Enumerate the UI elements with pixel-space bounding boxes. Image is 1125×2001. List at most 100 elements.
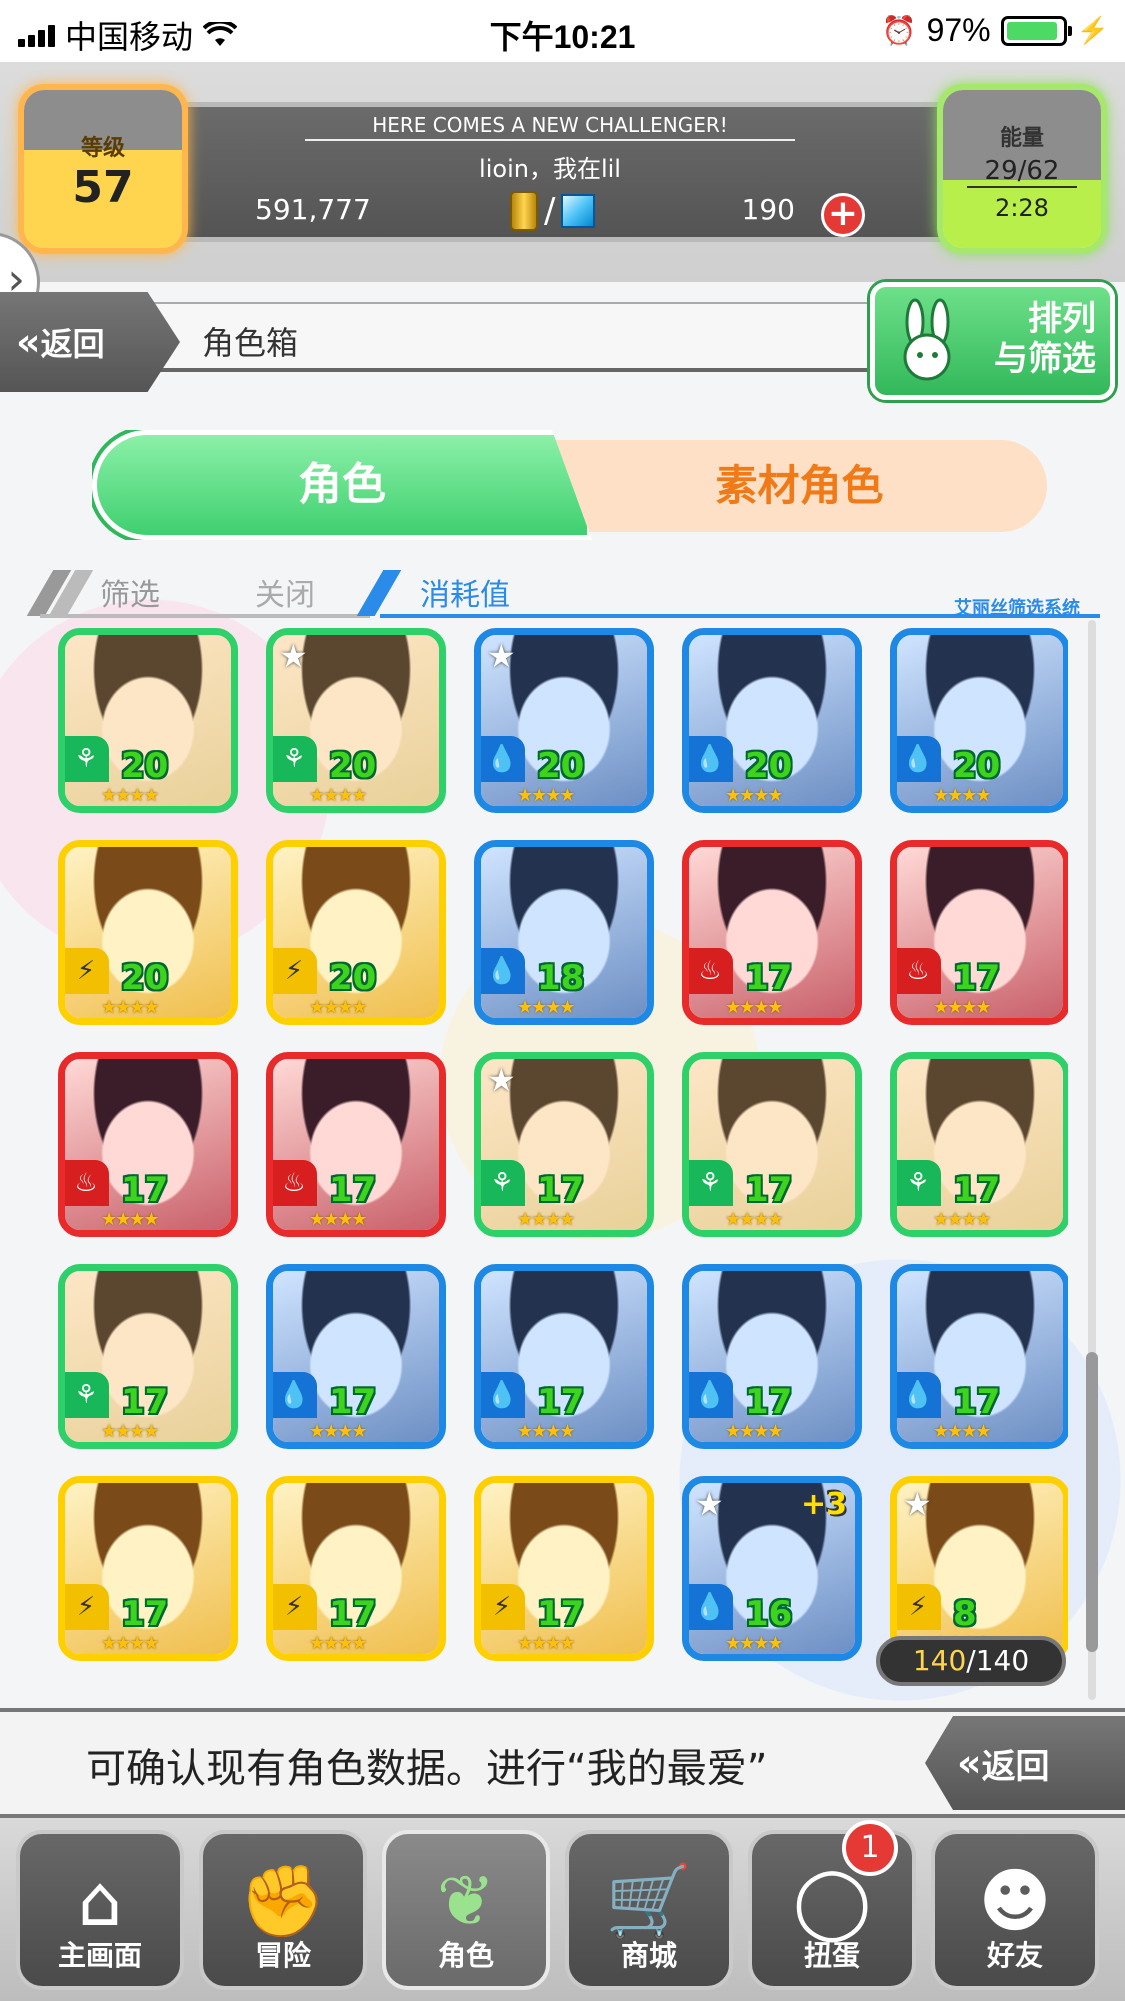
battery-percent: 97% <box>926 12 991 48</box>
nav-home-button[interactable]: ⌂ 主画面 <box>16 1830 184 1990</box>
character-card[interactable]: ♨ 17 ★★★★ <box>890 840 1068 1025</box>
rarity-stars: ★★★★ <box>309 1209 368 1230</box>
gem-amount: 190 <box>741 193 795 226</box>
rarity-stars: ★★★★ <box>933 997 992 1018</box>
message-back-button[interactable]: « 返回 <box>925 1716 1125 1810</box>
character-card[interactable]: 💧 17 ★★★★ <box>266 1264 446 1449</box>
character-card[interactable]: ⚘ 20 ★★★★ <box>58 628 238 813</box>
energy-value: 29/62 <box>967 156 1077 188</box>
page-title: 角色箱 <box>202 324 299 362</box>
back-button[interactable]: « 返回 <box>0 292 180 392</box>
character-cost: 17 <box>953 1382 1001 1422</box>
box-count-current: 140 <box>912 1644 967 1677</box>
sort-filter-button[interactable]: 排列 与筛选 <box>870 282 1115 400</box>
energy-label: 能量 <box>999 126 1044 151</box>
character-card[interactable]: 💧 20 ★★★★ <box>682 628 862 813</box>
rarity-stars: ★★★★ <box>725 997 784 1018</box>
character-card[interactable]: ⚡ 17 ★★★★ <box>266 1476 446 1661</box>
nav-friends-button[interactable]: ☻ 好友 <box>931 1830 1099 1990</box>
water-element-icon: 💧 <box>481 1372 525 1418</box>
character-card[interactable]: 💧 17 ★★★★ <box>890 1264 1068 1449</box>
character-card[interactable]: ★ +3 💧 16 ★★★★ <box>682 1476 862 1661</box>
character-card[interactable]: ★ ⚘ 20 ★★★★ <box>266 628 446 813</box>
filter-state[interactable]: 关闭 <box>255 570 315 614</box>
egg-icon: ◯ <box>792 1860 872 1942</box>
add-gems-button[interactable]: + <box>821 193 865 237</box>
nav-label: 扭蛋 <box>803 1939 860 1972</box>
character-cost: 17 <box>121 1382 169 1422</box>
nav-bunny-button[interactable]: ❦ 角色 <box>382 1830 550 1990</box>
filter-underline <box>40 614 370 618</box>
character-card[interactable]: ♨ 17 ★★★★ <box>266 1052 446 1237</box>
water-element-icon: 💧 <box>689 736 733 782</box>
character-cost: 17 <box>537 1170 585 1210</box>
character-card[interactable]: ⚡ 17 ★★★★ <box>474 1476 654 1661</box>
nav-label: 好友 <box>986 1939 1043 1972</box>
tab-material-characters[interactable]: 素材角色 <box>552 440 1047 532</box>
currency-row: 591,777 / 190 + <box>155 191 945 237</box>
character-card[interactable]: 💧 18 ★★★★ <box>474 840 654 1025</box>
charging-icon: ⚡ <box>1076 15 1109 45</box>
character-card[interactable]: ★ 💧 20 ★★★★ <box>474 628 654 813</box>
character-card[interactable]: ♨ 17 ★★★★ <box>682 840 862 1025</box>
favorite-star-icon: ★ <box>695 1485 724 1523</box>
character-card[interactable]: ⚡ 17 ★★★★ <box>58 1476 238 1661</box>
rarity-stars: ★★★★ <box>517 1209 576 1230</box>
scrollbar-thumb[interactable] <box>1086 1352 1098 1652</box>
energy-badge[interactable]: 能量 29/62 2:28 <box>937 84 1107 254</box>
character-card[interactable]: ⚘ 17 ★★★★ <box>682 1052 862 1237</box>
filter-label[interactable]: 筛选 <box>100 570 160 614</box>
favorite-star-icon: ★ <box>487 637 516 675</box>
character-card[interactable]: ★⚡8★★★★ <box>890 1476 1068 1661</box>
sort-slash-decoration <box>356 570 402 616</box>
fire-element-icon: ♨ <box>65 1160 109 1206</box>
bunny-icon: ❦ <box>436 1860 496 1942</box>
nav-egg-button[interactable]: ◯ 扭蛋 1 <box>748 1820 916 1990</box>
rarity-stars: ★★★★ <box>309 1633 368 1654</box>
water-element-icon: 💧 <box>897 1372 941 1418</box>
box-count: 140/140 <box>876 1636 1066 1686</box>
water-element-icon: 💧 <box>897 736 941 782</box>
character-cost: 20 <box>121 958 169 998</box>
double-chevron-left-icon: « <box>957 1741 981 1785</box>
nav-label: 商城 <box>620 1939 677 1972</box>
wood-element-icon: ⚘ <box>65 736 109 782</box>
character-cost: 16 <box>745 1594 793 1634</box>
character-card[interactable]: 💧 17 ★★★★ <box>474 1264 654 1449</box>
character-cost: 17 <box>537 1594 585 1634</box>
character-card[interactable]: ♨ 17 ★★★★ <box>58 1052 238 1237</box>
nav-cart-button[interactable]: 🛒 商城 <box>565 1830 733 1990</box>
gold-amount: 591,777 <box>255 193 371 226</box>
character-card[interactable]: ⚡ 20 ★★★★ <box>58 840 238 1025</box>
battery-icon <box>1000 15 1072 46</box>
nav-handshake-button[interactable]: ✊ 冒险 <box>199 1830 367 1990</box>
character-card[interactable]: 💧 17 ★★★★ <box>682 1264 862 1449</box>
rarity-stars: ★★★★ <box>101 1421 160 1442</box>
water-element-icon: 💧 <box>273 1372 317 1418</box>
filter-bar: 筛选 关闭 消耗值 艾丽丝筛选系统 <box>26 570 1100 620</box>
water-element-icon: 💧 <box>481 736 525 782</box>
hint-message: 可确认现有角色数据。进行“我的最爱” <box>86 1746 768 1792</box>
water-element-icon: 💧 <box>689 1372 733 1418</box>
water-element-icon: 💧 <box>689 1584 733 1630</box>
sort-order-label[interactable]: 消耗值 <box>420 570 510 614</box>
rarity-stars: ★★★★ <box>101 997 160 1018</box>
character-cost: 17 <box>745 1382 793 1422</box>
rarity-stars: ★★★★ <box>725 1209 784 1230</box>
character-cost: 8 <box>953 1594 977 1634</box>
currency-separator: / <box>544 191 556 231</box>
character-cost: 20 <box>745 746 793 786</box>
nav-label: 角色 <box>437 1939 494 1972</box>
character-card[interactable]: ⚡ 20 ★★★★ <box>266 840 446 1025</box>
character-card[interactable]: ⚘ 17 ★★★★ <box>58 1264 238 1449</box>
wood-element-icon: ⚘ <box>481 1160 525 1206</box>
status-right: ⏰ 97% ⚡ <box>882 12 1109 49</box>
character-card[interactable]: 💧 20 ★★★★ <box>890 628 1068 813</box>
tab-characters[interactable]: 角色 <box>92 430 592 540</box>
character-cost: 17 <box>121 1170 169 1210</box>
character-card[interactable]: ⚘ 17 ★★★★ <box>890 1052 1068 1237</box>
character-card[interactable]: ★ ⚘ 17 ★★★★ <box>474 1052 654 1237</box>
player-message: lioin，我在lil <box>479 155 621 183</box>
alarm-icon: ⏰ <box>881 15 917 46</box>
energy-timer: 2:28 <box>995 194 1049 222</box>
